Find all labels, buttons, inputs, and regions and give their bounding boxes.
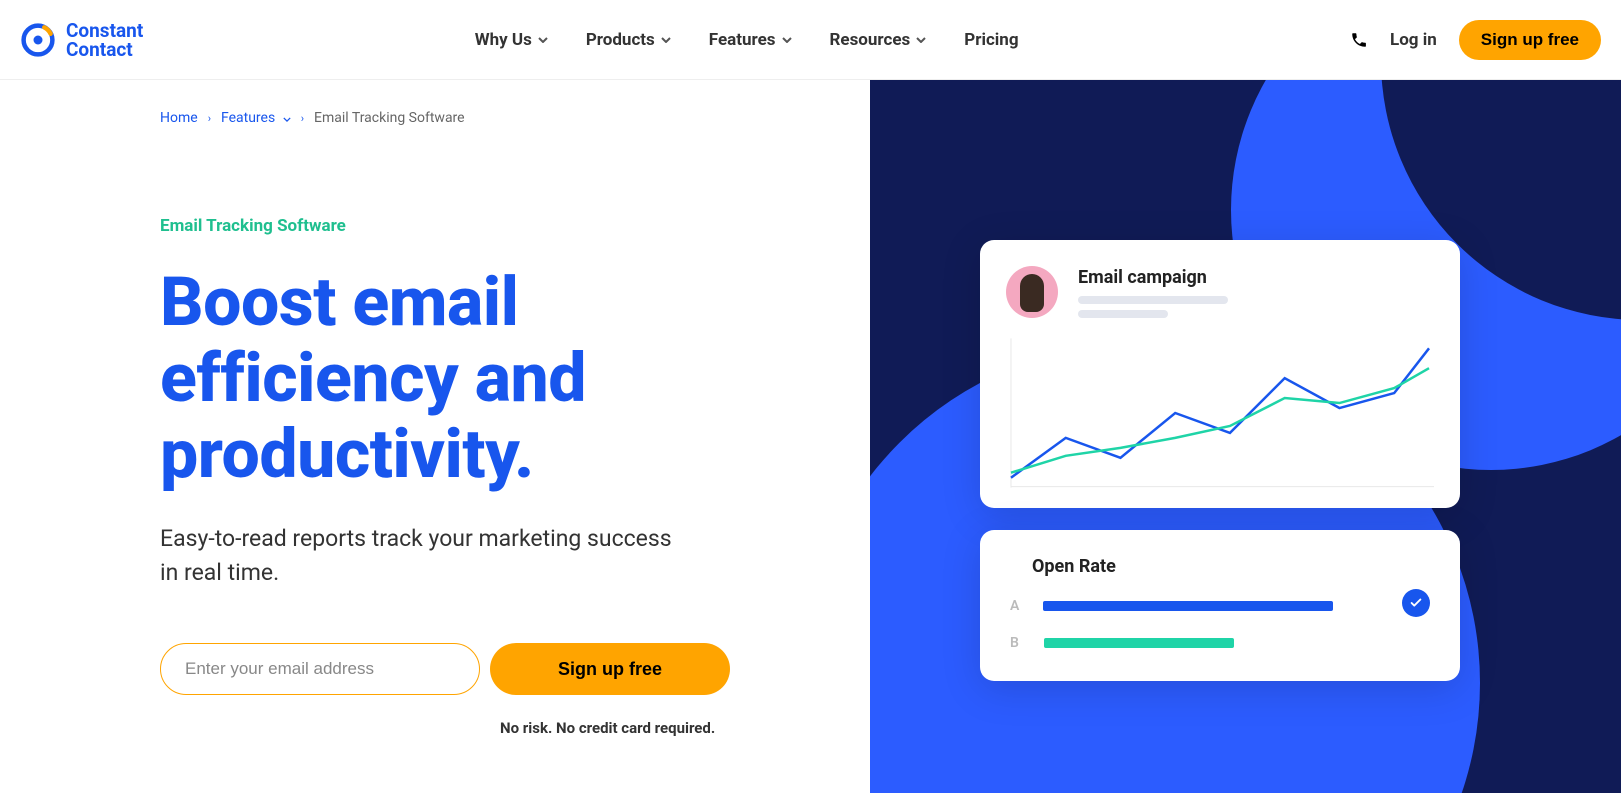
illustration-card-campaign: Email campaign — [980, 240, 1460, 508]
breadcrumb-separator: › — [208, 112, 211, 125]
logo-text-line1: Constant — [66, 21, 143, 40]
nav-label: Products — [586, 30, 655, 50]
nav-label: Features — [709, 30, 776, 50]
breadcrumb-separator: › — [301, 112, 304, 125]
nav-resources[interactable]: Resources — [830, 30, 927, 50]
check-circle-icon — [1402, 589, 1430, 617]
illustration-card-open-rate: Open Rate A B — [980, 530, 1460, 681]
placeholder-line — [1078, 296, 1228, 304]
hero-subtitle: Easy-to-read reports track your marketin… — [160, 522, 680, 589]
nav-label: Why Us — [475, 30, 532, 50]
chevron-down-icon — [661, 37, 671, 43]
bar-label: B — [1010, 635, 1026, 651]
breadcrumb-features-label: Features — [221, 110, 275, 126]
breadcrumb-current: Email Tracking Software — [314, 110, 465, 126]
card-header: Email campaign — [1006, 266, 1434, 318]
nav-label: Resources — [830, 30, 911, 50]
logo-icon — [20, 22, 56, 58]
chart-area — [1006, 338, 1434, 488]
nav-pricing[interactable]: Pricing — [964, 30, 1018, 50]
card-title: Email campaign — [1078, 267, 1228, 288]
avatar — [1006, 266, 1058, 318]
bar-fill-b — [1044, 638, 1234, 648]
logo[interactable]: Constant Contact — [20, 21, 143, 59]
hero-eyebrow: Email Tracking Software — [160, 216, 800, 236]
chevron-down-icon — [782, 37, 792, 43]
chevron-down-icon — [538, 37, 548, 43]
signup-header-button[interactable]: Sign up free — [1459, 20, 1601, 60]
login-link[interactable]: Log in — [1390, 30, 1437, 50]
main-nav: Why Us Products Features Resources Prici… — [475, 30, 1019, 50]
nav-why-us[interactable]: Why Us — [475, 30, 548, 50]
bar-label: A — [1010, 598, 1025, 614]
email-input[interactable] — [160, 643, 480, 695]
breadcrumb-features[interactable]: Features — [221, 110, 291, 126]
nav-label: Pricing — [964, 30, 1018, 50]
header-actions: Log in Sign up free — [1350, 20, 1601, 60]
signup-disclaimer: No risk. No credit card required. — [500, 719, 800, 737]
logo-text: Constant Contact — [66, 21, 143, 59]
logo-text-line2: Contact — [66, 40, 143, 59]
card-title: Open Rate — [1032, 556, 1430, 577]
main-content: Home › Features › Email Tracking Softwar… — [0, 80, 1621, 793]
hero-left: Home › Features › Email Tracking Softwar… — [0, 80, 870, 793]
site-header: Constant Contact Why Us Products Feature… — [0, 0, 1621, 80]
signup-form: Sign up free — [160, 643, 800, 695]
line-chart-icon — [1006, 338, 1434, 488]
chevron-down-icon — [916, 37, 926, 43]
breadcrumb: Home › Features › Email Tracking Softwar… — [160, 110, 800, 126]
hero-illustration: Email campaign Open Rate A — [870, 80, 1621, 793]
nav-products[interactable]: Products — [586, 30, 671, 50]
bar-row-a: A — [1010, 595, 1430, 617]
bar-row-b: B — [1010, 635, 1430, 651]
nav-features[interactable]: Features — [709, 30, 792, 50]
chevron-down-icon — [283, 117, 291, 122]
signup-main-button[interactable]: Sign up free — [490, 643, 730, 695]
bar-fill-a — [1043, 601, 1333, 611]
phone-icon[interactable] — [1350, 31, 1368, 49]
hero-title: Boost email efficiency and productivity. — [160, 264, 800, 492]
breadcrumb-home[interactable]: Home — [160, 110, 198, 126]
placeholder-line — [1078, 310, 1168, 318]
